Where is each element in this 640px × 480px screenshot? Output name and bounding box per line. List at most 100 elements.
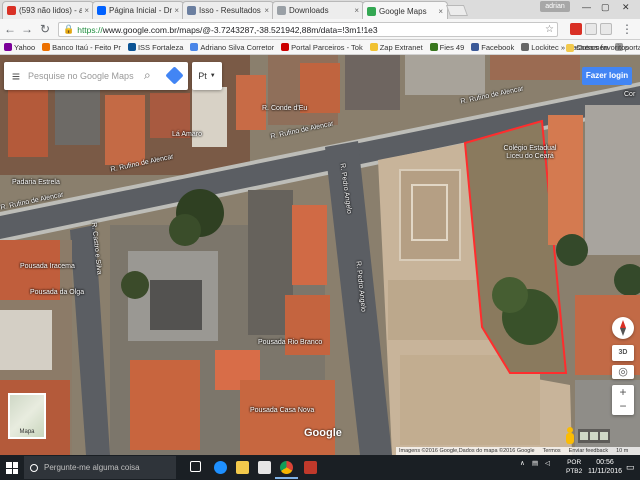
- close-tab-icon[interactable]: ×: [354, 6, 359, 15]
- bookmark-favicon-icon: [429, 43, 438, 51]
- back-arrow-icon[interactable]: ←: [3, 22, 17, 36]
- tray-up-arrow-icon[interactable]: ∧: [520, 459, 525, 467]
- scale-bar[interactable]: 10 m: [616, 448, 628, 454]
- my-location-icon[interactable]: ◎: [612, 365, 634, 379]
- tab-label: Isso - Resultados da bus: [199, 6, 262, 15]
- bookmark-star-icon[interactable]: ☆: [545, 24, 554, 35]
- extension-icon[interactable]: [600, 23, 612, 35]
- sign-in-button[interactable]: Fazer login: [582, 67, 632, 85]
- network-icon[interactable]: ▤: [532, 459, 538, 467]
- tab-label: Página Inicial - Dropbox: [109, 6, 173, 15]
- tab-downloads[interactable]: Downloads ×: [272, 1, 364, 19]
- tab-strip: (593 não lidos) - adrian × Página Inicia…: [0, 0, 640, 20]
- minimize-icon[interactable]: —: [582, 2, 591, 12]
- download-favicon-icon: [277, 6, 286, 15]
- chrome-taskbar-icon[interactable]: [275, 461, 298, 479]
- close-tab-icon[interactable]: ×: [438, 7, 443, 16]
- forward-arrow-icon[interactable]: →: [20, 22, 34, 36]
- zoom-out-button[interactable]: −: [612, 399, 634, 413]
- app-taskbar-icon[interactable]: [304, 461, 317, 474]
- file-explorer-icon[interactable]: [236, 461, 249, 474]
- layer-label: Mapa: [19, 429, 35, 435]
- bookmark-item[interactable]: Facebook: [471, 43, 514, 52]
- place-label: R. Conde d'Eu: [262, 105, 308, 112]
- tab-label: (593 não lidos) - adrian: [19, 6, 82, 15]
- attribution-text: Imagens ©2016 Google,Dados do mapa ©2016…: [399, 448, 535, 454]
- bookmark-item[interactable]: Fies 49: [429, 43, 464, 52]
- bookmark-item[interactable]: ISS Fortaleza: [127, 43, 183, 52]
- new-tab-button[interactable]: [445, 5, 469, 16]
- extension-icon[interactable]: [585, 23, 597, 35]
- place-label: Cor: [624, 91, 636, 98]
- close-tab-icon[interactable]: ×: [174, 6, 179, 15]
- close-window-icon[interactable]: ✕: [622, 2, 630, 13]
- tab-google-maps[interactable]: Google Maps ×: [362, 1, 448, 20]
- volume-icon[interactable]: ◁: [545, 459, 550, 467]
- search-icon[interactable]: ⌕: [144, 68, 151, 83]
- pegman-icon[interactable]: [563, 427, 577, 445]
- cortana-placeholder: Pergunte-me alguma coisa: [44, 463, 140, 472]
- browser-toolbar: ← → ↻ 🔒 https://www.google.com.br/maps/@…: [0, 19, 640, 40]
- hamburger-menu-icon[interactable]: ≡: [4, 68, 28, 84]
- bookmark-favicon-icon: [4, 43, 12, 51]
- tilt-3d-button[interactable]: 3D: [612, 345, 634, 361]
- url-text: https://www.google.com.br/maps/@-3.72432…: [77, 24, 378, 35]
- tab-gmail[interactable]: (593 não lidos) - adrian ×: [2, 1, 94, 19]
- bookmark-favicon-icon: [42, 43, 51, 51]
- compass-icon[interactable]: [612, 317, 634, 339]
- place-label: Pousada Iracema: [20, 263, 75, 270]
- language-value: Pt: [198, 71, 207, 81]
- edge-browser-icon[interactable]: [214, 461, 227, 474]
- bookmark-item[interactable]: Portal Parceiros - Tok: [281, 43, 363, 52]
- cortana-search-box[interactable]: Pergunte-me alguma coisa: [24, 456, 176, 479]
- maximize-icon[interactable]: ▢: [601, 2, 610, 13]
- bookmark-item[interactable]: Banco Itaú - Feito Pr: [42, 43, 121, 52]
- notifications-icon[interactable]: ▭: [626, 462, 635, 473]
- task-view-icon[interactable]: [190, 461, 201, 472]
- map-canvas[interactable]: R. Rufino de Alencar R. Rufino de Alenca…: [0, 55, 640, 455]
- input-language-indicator[interactable]: POR PTB2: [566, 458, 582, 476]
- imagery-thumbnails[interactable]: [578, 429, 610, 443]
- bookmark-item[interactable]: Adriano Silva Corretor: [190, 43, 274, 52]
- place-label: Padaria Estrela: [12, 179, 60, 186]
- dropdown-arrow-icon: ▼: [209, 73, 216, 79]
- tab-label: Downloads: [289, 6, 329, 15]
- directions-icon[interactable]: [165, 66, 184, 85]
- place-label: Lá Amaro: [172, 131, 202, 138]
- facebook-icon: [471, 43, 480, 51]
- place-label: Pousada da Olga: [30, 289, 85, 296]
- maps-favicon-icon: [367, 6, 376, 16]
- store-icon[interactable]: [258, 461, 271, 474]
- place-label: Colégio Estadual Liceu do Ceará: [503, 145, 557, 160]
- bookmark-favicon-icon: [127, 43, 136, 51]
- close-tab-icon[interactable]: ×: [264, 6, 269, 15]
- other-bookmarks-folder[interactable]: Outros favoritos: [566, 43, 629, 52]
- profile-chip[interactable]: adrian: [540, 1, 570, 12]
- language-select[interactable]: Pt ▼: [192, 62, 222, 90]
- dropbox-favicon-icon: [97, 6, 106, 15]
- tab-search-results[interactable]: Isso - Resultados da bus ×: [182, 1, 274, 19]
- cortana-icon: [30, 463, 38, 472]
- bookmark-favicon-icon: [190, 43, 199, 51]
- google-logo: Google: [304, 427, 342, 439]
- close-tab-icon[interactable]: ×: [84, 6, 89, 15]
- tab-dropbox[interactable]: Página Inicial - Dropbox ×: [92, 1, 184, 19]
- maps-search-input[interactable]: [28, 71, 138, 81]
- zoom-in-button[interactable]: +: [612, 385, 634, 399]
- extension-icon[interactable]: [570, 23, 582, 35]
- windows-taskbar: Pergunte-me alguma coisa ∧ ▤ ◁ POR PTB2 …: [0, 455, 640, 480]
- chrome-menu-icon[interactable]: ⋮: [620, 22, 634, 36]
- system-clock[interactable]: 00:56 11/11/2016: [588, 458, 622, 476]
- windows-start-icon[interactable]: [6, 462, 18, 474]
- clock-time: 00:56: [596, 459, 614, 466]
- terms-link[interactable]: Termos: [543, 448, 561, 454]
- bookmark-favicon-icon: [521, 43, 530, 51]
- reload-icon[interactable]: ↻: [38, 22, 52, 36]
- map-layer-switcher[interactable]: Mapa: [8, 393, 46, 439]
- feedback-link[interactable]: Enviar feedback: [569, 448, 608, 454]
- bookmark-item[interactable]: Yahoo: [4, 43, 35, 52]
- bookmark-item[interactable]: Zap Extranet: [369, 43, 423, 52]
- zoom-controls: + −: [612, 385, 634, 415]
- address-bar[interactable]: 🔒 https://www.google.com.br/maps/@-3.724…: [58, 22, 558, 37]
- folder-icon: [566, 43, 575, 52]
